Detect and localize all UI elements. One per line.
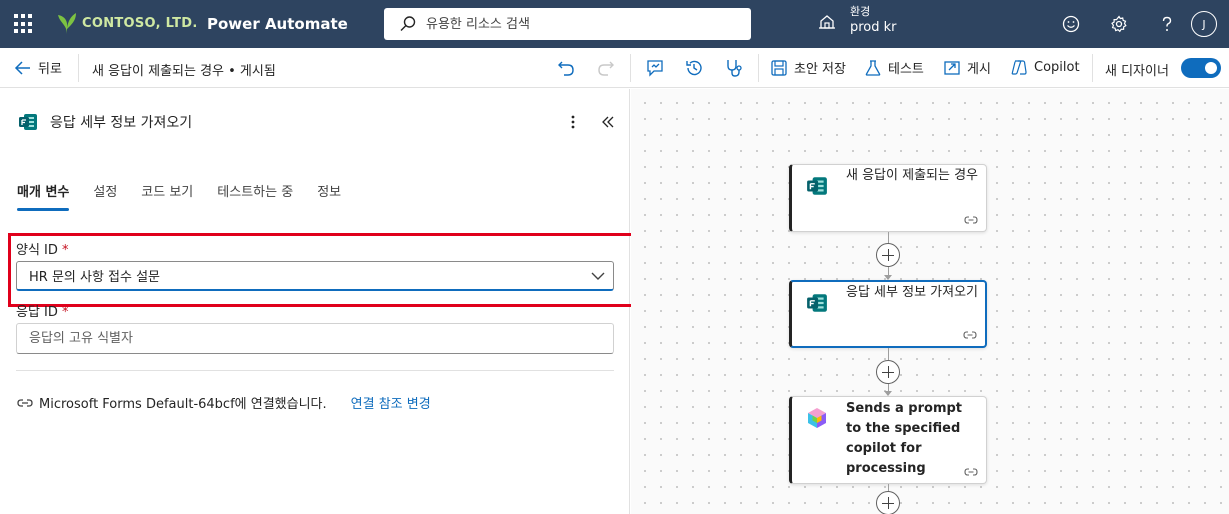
link-icon xyxy=(963,331,977,339)
divider xyxy=(1092,54,1093,82)
top-icons: J xyxy=(1047,0,1229,48)
forms-icon xyxy=(807,177,827,195)
back-button[interactable]: 뒤로 xyxy=(14,58,62,77)
avatar[interactable]: J xyxy=(1191,11,1217,37)
divider xyxy=(758,54,759,82)
copilot-cube-icon xyxy=(808,408,826,428)
panel-tabs: 매개 변수 설정 코드 보기 테스트하는 중 정보 xyxy=(17,181,365,211)
new-designer-toggle[interactable] xyxy=(1181,58,1221,78)
gear-icon xyxy=(1111,15,1127,33)
brand-name: CONTOSO, LTD. xyxy=(82,15,198,31)
flow-step-card[interactable]: 새 응답이 제출되는 경우 xyxy=(789,164,987,232)
environment-icon xyxy=(819,14,835,29)
connection-info: Microsoft Forms Default-64bcf에 연결했습니다. 연… xyxy=(17,393,431,412)
undo-icon[interactable] xyxy=(556,58,576,78)
required-mark: * xyxy=(62,305,69,320)
toggle-knob xyxy=(1205,62,1217,74)
tab-parameters[interactable]: 매개 변수 xyxy=(17,181,70,211)
tab-settings[interactable]: 설정 xyxy=(93,181,117,211)
divider xyxy=(630,54,631,82)
add-step-button[interactable] xyxy=(876,243,900,267)
response-id-label-text: 응답 ID xyxy=(16,305,58,320)
more-options-icon[interactable] xyxy=(566,113,580,131)
collapse-panel-icon[interactable] xyxy=(600,115,616,129)
card-title: 응답 세부 정보 가져오기 xyxy=(846,285,978,300)
change-connection-link[interactable]: 연결 참조 변경 xyxy=(351,393,431,412)
publish-button[interactable]: 게시 xyxy=(943,58,991,77)
highlight-box xyxy=(8,233,638,307)
flow-checker-icon[interactable] xyxy=(645,58,665,78)
smiley-icon xyxy=(1062,15,1080,33)
help-button[interactable] xyxy=(1143,0,1191,48)
forms-icon xyxy=(19,114,37,130)
response-id-label: 응답 ID * xyxy=(16,301,69,320)
link-icon xyxy=(964,468,978,476)
link-icon xyxy=(17,398,33,407)
settings-button[interactable] xyxy=(1095,0,1143,48)
add-step-button[interactable] xyxy=(876,360,900,384)
tab-code-view[interactable]: 코드 보기 xyxy=(141,181,193,211)
connection-text: Microsoft Forms Default-64bcf에 연결했습니다. xyxy=(39,397,327,412)
forms-icon xyxy=(807,294,827,312)
panel-header: 응답 세부 정보 가져오기 xyxy=(18,112,192,132)
link-icon xyxy=(964,216,978,224)
connector-line xyxy=(888,348,889,360)
response-id-input[interactable] xyxy=(16,323,614,354)
search-box[interactable] xyxy=(384,8,751,40)
feedback-button[interactable] xyxy=(1047,0,1095,48)
save-draft-label: 초안 저장 xyxy=(794,62,846,77)
flow-step-card[interactable]: Sends a prompt to the specified copilot … xyxy=(789,396,987,484)
divider xyxy=(78,54,79,82)
publish-icon xyxy=(944,60,960,75)
add-step-button[interactable] xyxy=(876,491,900,514)
flask-icon xyxy=(865,59,881,76)
flow-step-card-selected[interactable]: 응답 세부 정보 가져오기 xyxy=(789,280,987,348)
card-title: Sends a prompt to the specified copilot … xyxy=(846,401,963,476)
stethoscope-icon[interactable] xyxy=(724,58,744,78)
top-bar: CONTOSO, LTD. Power Automate 환경 prod kr xyxy=(0,0,1229,48)
panel-title: 응답 세부 정보 가져오기 xyxy=(50,115,193,131)
flow-canvas[interactable]: 새 응답이 제출되는 경우 응답 세부 정보 가져오기 Sends a prom… xyxy=(631,89,1229,514)
divider xyxy=(16,370,614,371)
card-title: 새 응답이 제출되는 경우 xyxy=(846,168,978,183)
copilot-label: Copilot xyxy=(1034,59,1080,75)
action-details-panel: 응답 세부 정보 가져오기 매개 변수 설정 코드 보기 테스트하는 중 정보 … xyxy=(0,89,638,514)
environment-picker[interactable]: 환경 prod kr xyxy=(818,5,897,36)
back-label: 뒤로 xyxy=(38,62,62,77)
publish-label: 게시 xyxy=(967,62,991,77)
save-icon xyxy=(771,59,787,76)
tab-testing[interactable]: 테스트하는 중 xyxy=(217,181,293,211)
command-bar: 뒤로 새 응답이 제출되는 경우 • 게시됨 초안 저장 테스트 게시 Copi… xyxy=(0,48,1229,88)
search-input[interactable] xyxy=(426,16,726,32)
arrow-left-icon xyxy=(14,60,30,75)
redo-icon[interactable] xyxy=(596,58,616,78)
history-icon[interactable] xyxy=(684,58,704,78)
search-icon xyxy=(400,16,416,31)
environment-label: 환경 xyxy=(850,5,871,18)
test-label: 테스트 xyxy=(888,62,924,77)
app-title[interactable]: Power Automate xyxy=(207,15,348,33)
save-draft-button[interactable]: 초안 저장 xyxy=(770,58,846,77)
tab-about[interactable]: 정보 xyxy=(317,181,341,211)
help-icon xyxy=(1162,16,1172,31)
environment-value: prod kr xyxy=(850,20,897,35)
copilot-button[interactable]: Copilot xyxy=(1010,58,1080,76)
brand-logo: CONTOSO, LTD. xyxy=(56,11,198,35)
app-launcher-icon[interactable] xyxy=(14,14,34,34)
leaf-icon xyxy=(58,13,76,34)
test-button[interactable]: 테스트 xyxy=(864,58,924,77)
copilot-icon xyxy=(1011,60,1027,75)
flow-title: 새 응답이 제출되는 경우 • 게시됨 xyxy=(92,64,276,79)
new-designer-label: 새 디자이너 xyxy=(1105,64,1169,79)
